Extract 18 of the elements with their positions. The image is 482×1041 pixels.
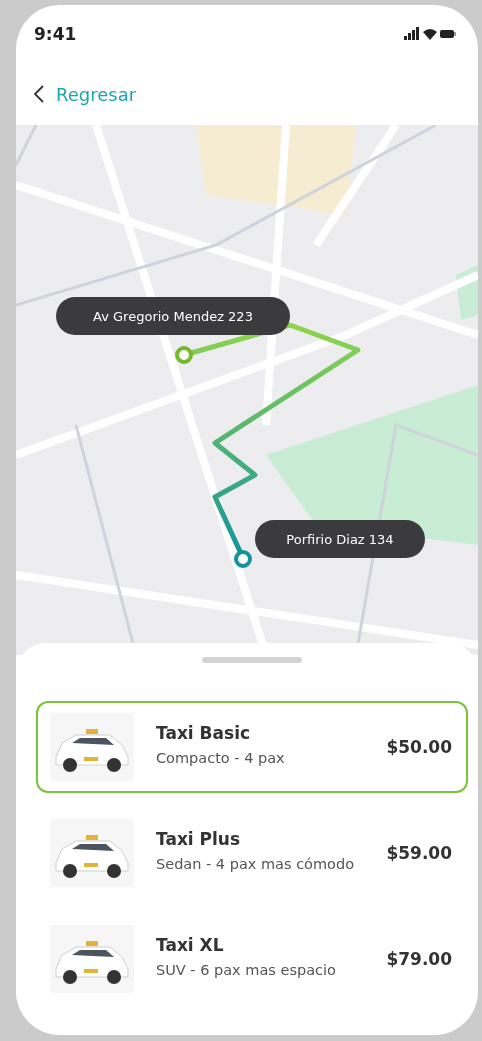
taxi-option[interactable]: Taxi Plus Sedan - 4 pax mas cómodo $59.00 [36,807,468,899]
taxi-option[interactable]: Taxi XL SUV - 6 pax mas espacio $79.00 [36,913,468,1005]
option-price: $50.00 [386,737,452,757]
option-description: Compacto - 4 pax [156,749,286,769]
option-name: Taxi Basic [156,723,252,744]
sheet-handle[interactable] [202,657,302,663]
option-price: $59.00 [386,843,452,863]
status-time: 9:41 [34,24,77,44]
option-name: Taxi Plus [156,829,242,850]
address-label: Porfirio Diaz 134 [255,520,425,558]
option-name: Taxi XL [156,935,225,956]
back-icon [34,85,44,103]
option-price: $79.00 [386,949,452,969]
option-description: SUV - 6 pax mas espacio [156,961,337,981]
taxi-option[interactable]: Taxi Basic Compacto - 4 pax $50.00 [36,701,468,793]
status-icons [404,27,456,41]
address-label: Av Gregorio Mendez 223 [56,297,290,335]
option-description: Sedan - 4 pax mas cómodo [156,855,356,875]
